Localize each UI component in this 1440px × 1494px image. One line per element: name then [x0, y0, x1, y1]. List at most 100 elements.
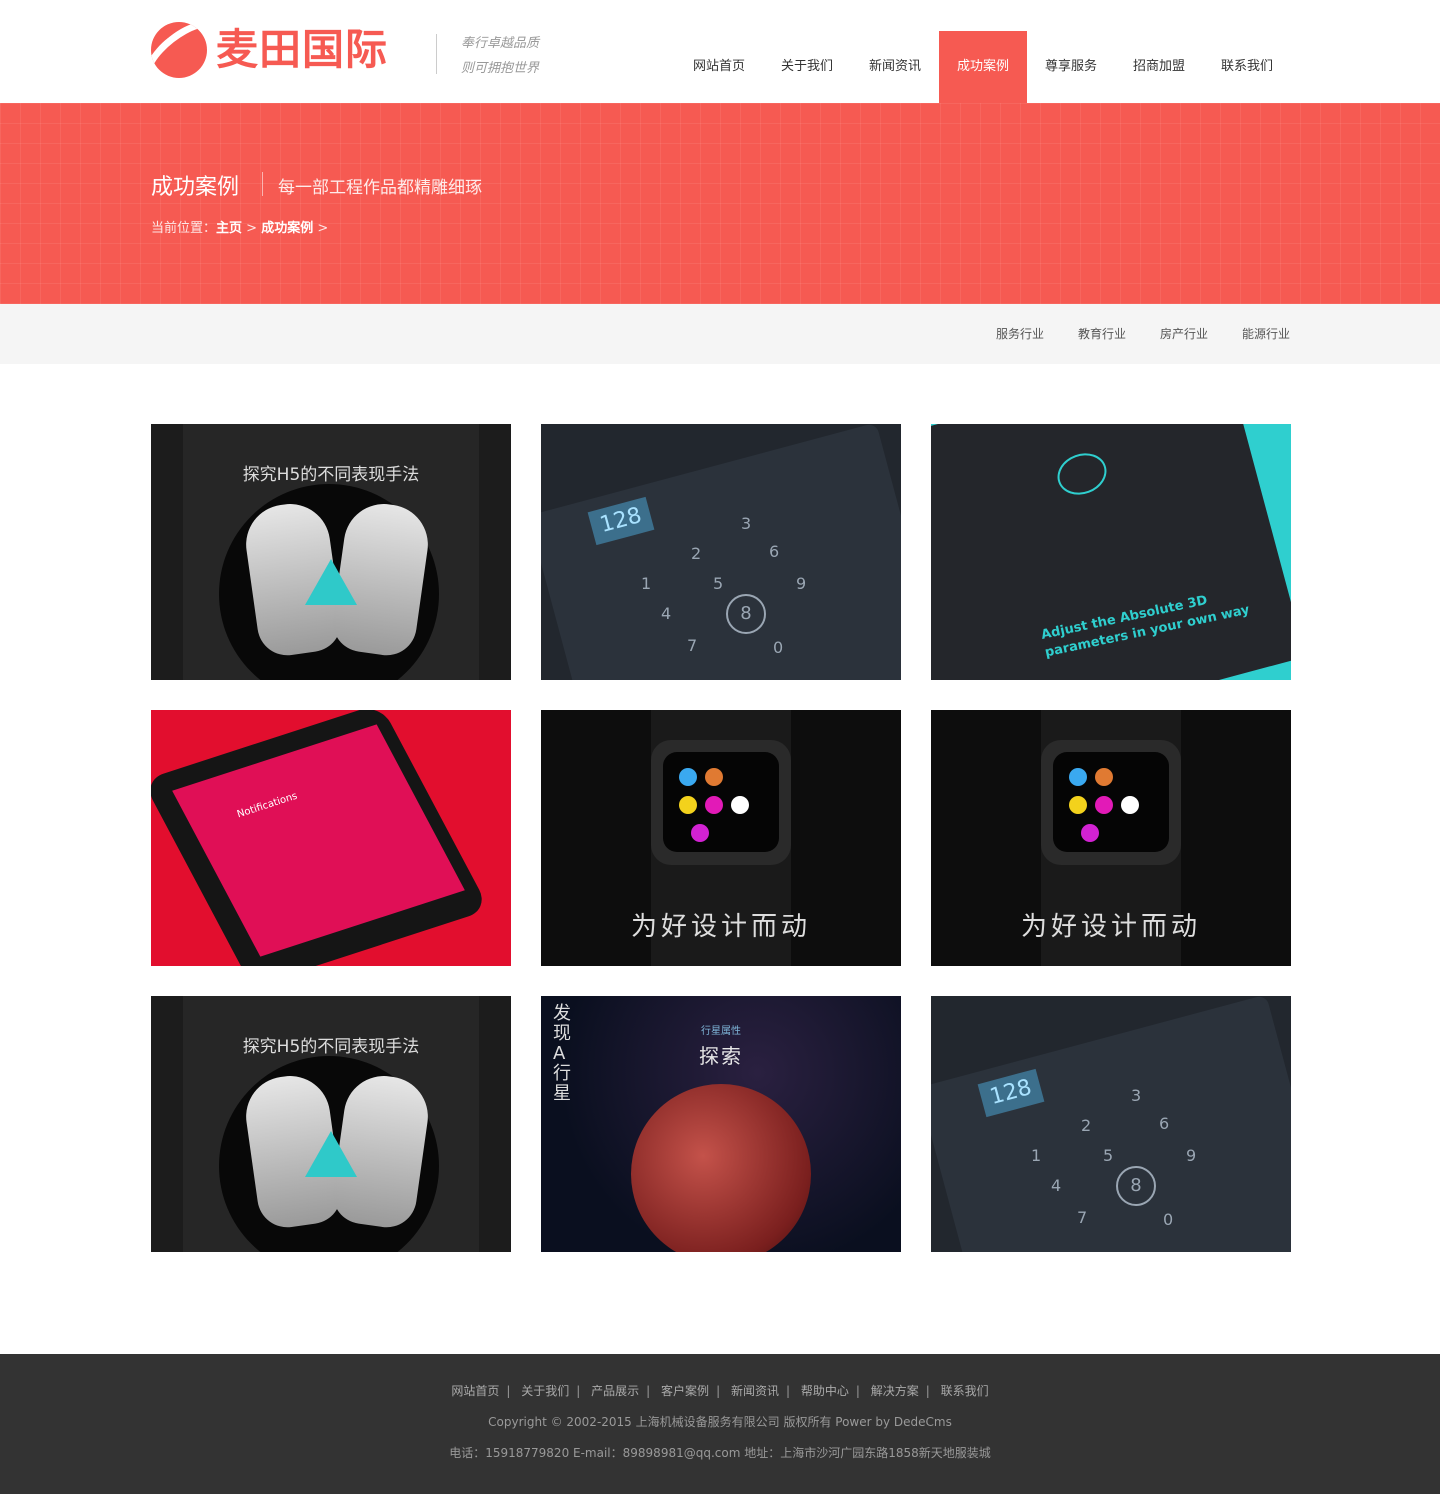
key-7: 7 [687, 636, 698, 655]
nav-label: 成功案例 [956, 59, 1009, 74]
slogan: 奉行卓越品质 则可拥抱世界 [461, 31, 539, 81]
footer-separator: | [576, 1384, 581, 1398]
footer-separator: | [506, 1384, 511, 1398]
app-icon [679, 768, 697, 786]
footer-link[interactable]: 解决方案 [871, 1384, 919, 1398]
breadcrumb-current[interactable]: 成功案例 [261, 221, 313, 236]
case-card[interactable]: 探究H5的不同表现手法 [151, 424, 511, 680]
nav-services[interactable]: 尊享服务 [1027, 31, 1115, 103]
filter-energy[interactable]: 能源行业 [1242, 304, 1290, 364]
footer-separator: | [716, 1384, 721, 1398]
footer-link[interactable]: 联系我们 [941, 1384, 989, 1398]
site-footer: 网站首页 | 关于我们 | 产品展示 | 客户案例 | 新闻资讯 | 帮助中心 | 解决方案… [0, 1354, 1440, 1494]
nav-news[interactable]: 新闻资讯 [851, 31, 939, 103]
footer-link[interactable]: 新闻资讯 [731, 1384, 779, 1398]
case-card[interactable]: 128 1 2 3 4 5 6 7 8 9 0 [931, 996, 1291, 1252]
footer-separator: | [855, 1384, 860, 1398]
key-7: 7 [1077, 1208, 1088, 1227]
app-icon [691, 824, 709, 842]
logo[interactable]: 麦田国际 [151, 22, 388, 78]
breadcrumb-prefix: 当前位置： [151, 221, 217, 236]
footer-link[interactable]: 网站首页 [451, 1384, 499, 1398]
app-icon [1095, 796, 1113, 814]
footer-link[interactable]: 产品展示 [591, 1384, 639, 1398]
triangle-icon [305, 559, 357, 605]
key-1: 1 [641, 574, 652, 593]
app-icon [731, 796, 749, 814]
slogan-divider [436, 34, 437, 74]
category-filter-list: 服务行业 教育行业 房产行业 能源行业 [962, 304, 1290, 364]
footer-link[interactable]: 帮助中心 [801, 1384, 849, 1398]
key-4: 4 [1051, 1176, 1062, 1195]
app-icon [679, 796, 697, 814]
logo-text: 麦田国际 [216, 25, 389, 74]
breadcrumb-home[interactable]: 主页 [216, 221, 242, 236]
key-5: 5 [1103, 1146, 1114, 1165]
key-9: 9 [1186, 1146, 1197, 1165]
app-icon [1095, 768, 1113, 786]
title-divider [262, 172, 263, 196]
slogan-line-2: 则可拥抱世界 [461, 61, 540, 76]
page-banner: 成功案例 每一部工程作品都精雕细琢 当前位置：主页 > 成功案例 > [0, 103, 1440, 304]
case-card[interactable]: 发现A行星 行星属性 探索 [541, 996, 901, 1252]
logo-mark-icon [151, 22, 207, 78]
page-title: 成功案例 [151, 175, 240, 200]
footer-separator: | [925, 1384, 930, 1398]
filter-realestate[interactable]: 房产行业 [1160, 304, 1208, 364]
key-5: 5 [713, 574, 724, 593]
app-icon [1069, 796, 1087, 814]
footer-link[interactable]: 关于我们 [521, 1384, 569, 1398]
key-0: 0 [1163, 1210, 1174, 1229]
app-icon [1081, 824, 1099, 842]
app-icon [1069, 768, 1087, 786]
filter-education[interactable]: 教育行业 [1078, 304, 1126, 364]
footer-separator: | [785, 1384, 790, 1398]
breadcrumb: 当前位置：主页 > 成功案例 > [151, 217, 328, 236]
key-3: 3 [1131, 1086, 1142, 1105]
key-2: 2 [691, 544, 702, 563]
nav-home[interactable]: 网站首页 [675, 31, 763, 103]
case-card[interactable]: Notifications [151, 710, 511, 966]
footer-link[interactable]: 客户案例 [661, 1384, 709, 1398]
nav-franchise[interactable]: 招商加盟 [1115, 31, 1203, 103]
nav-label: 新闻资讯 [868, 59, 921, 74]
case-card[interactable]: 为好设计而动 [931, 710, 1291, 966]
case-title: 探究H5的不同表现手法 [242, 1037, 420, 1057]
filter-service[interactable]: 服务行业 [996, 304, 1044, 364]
main-nav: 网站首页 关于我们 新闻资讯 成功案例 尊享服务 招商加盟 联系我们 [675, 31, 1291, 103]
case-card[interactable]: 探究H5的不同表现手法 [151, 996, 511, 1252]
case-grid: 探究H5的不同表现手法 1 2 8 1 2 3 4 5 6 7 8 9 0 Adju… [151, 424, 1291, 1252]
nav-contact[interactable]: 联系我们 [1203, 31, 1291, 103]
nav-about[interactable]: 关于我们 [763, 31, 851, 103]
key-8: 8 [1116, 1166, 1156, 1206]
case-card[interactable]: Adjust the Absolute 3D parameters in you… [931, 424, 1291, 680]
footer-links: 网站首页 | 关于我们 | 产品展示 | 客户案例 | 新闻资讯 | 帮助中心 | 解决方案… [0, 1382, 1440, 1399]
breadcrumb-separator: > [246, 221, 258, 236]
nav-label: 招商加盟 [1132, 59, 1185, 74]
case-card[interactable]: 128 1 2 3 4 5 6 7 8 9 0 [541, 424, 901, 680]
key-2: 2 [1081, 1116, 1092, 1135]
category-filter-bar: 服务行业 教育行业 房产行业 能源行业 [0, 304, 1440, 364]
phone-screen [541, 424, 901, 680]
nav-label: 联系我们 [1220, 59, 1273, 74]
phone-screen [931, 996, 1291, 1252]
slogan-line-1: 奉行卓越品质 [461, 36, 540, 51]
case-title: 探索 [699, 1044, 743, 1068]
breadcrumb-separator: > [317, 221, 329, 236]
app-icon [1121, 796, 1139, 814]
key-4: 4 [661, 604, 672, 623]
key-3: 3 [741, 514, 752, 533]
nav-label: 尊享服务 [1044, 59, 1097, 74]
key-0: 0 [773, 638, 784, 657]
contact-info: 电话：15918779820 E-mail：89898981@qq.com 地址… [449, 1446, 991, 1460]
app-icon [705, 768, 723, 786]
footer-separator: | [646, 1384, 651, 1398]
page-subtitle: 每一部工程作品都精雕细琢 [278, 178, 482, 198]
key-6: 6 [1159, 1114, 1170, 1133]
nav-cases[interactable]: 成功案例 [939, 31, 1027, 103]
key-8: 8 [726, 594, 766, 634]
site-header: 麦田国际 奉行卓越品质 则可拥抱世界 网站首页 关于我们 新闻资讯 成功案例 尊… [0, 0, 1440, 103]
nav-label: 网站首页 [692, 59, 745, 74]
nav-label: 关于我们 [780, 59, 833, 74]
case-card[interactable]: 为好设计而动 [541, 710, 901, 966]
